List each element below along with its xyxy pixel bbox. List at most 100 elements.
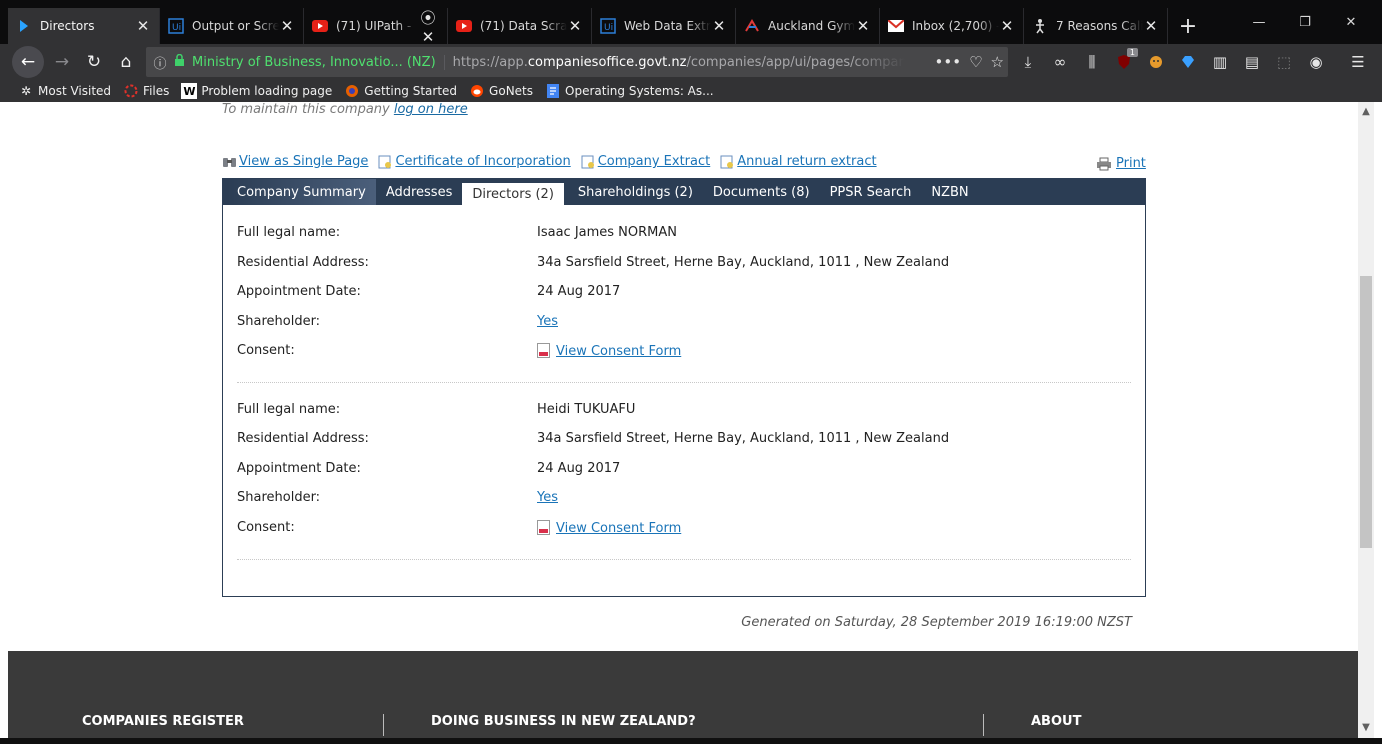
browser-tab[interactable]: Ui Web Data Extrac ✕ [592, 8, 736, 44]
uipath-icon: Ui [168, 18, 184, 34]
link-label: Certificate of Incorporation [395, 154, 571, 169]
forward-button[interactable]: → [46, 46, 78, 78]
close-icon[interactable]: ✕ [279, 17, 295, 35]
minimize-icon[interactable]: — [1236, 0, 1282, 44]
browser-tab[interactable]: Auckland Gymn ✕ [736, 8, 880, 44]
account-icon[interactable]: ◉ [1300, 46, 1332, 78]
tab-ppsr-search[interactable]: PPSR Search [820, 179, 922, 205]
log-on-link[interactable]: log on here [394, 102, 468, 117]
tab-addresses[interactable]: Addresses [376, 179, 463, 205]
bookmark-item[interactable]: Getting Started [344, 83, 457, 99]
figure-icon [1032, 18, 1048, 34]
tab-title: Auckland Gymn [768, 19, 855, 33]
restore-icon[interactable]: ❐ [1282, 0, 1328, 44]
browser-tab[interactable]: (71) UIPath - ⦿ ✕ [304, 7, 448, 46]
annual-return-link[interactable]: Annual return extract [720, 154, 877, 169]
bookmark-item[interactable]: Files [123, 83, 169, 99]
svg-text:Ui: Ui [604, 23, 613, 33]
close-icon[interactable]: ✕ [711, 17, 727, 35]
printer-icon [1097, 157, 1111, 170]
play-icon[interactable]: ⦿ ✕ [417, 7, 439, 46]
pocket-icon[interactable]: ♡ [969, 53, 982, 71]
footer-heading[interactable]: COMPANIES REGISTER [82, 714, 244, 729]
browser-tab[interactable]: Inbox (2,700) - r ✕ [880, 8, 1024, 44]
close-icon[interactable]: ✕ [855, 17, 871, 35]
bookmark-star-icon[interactable]: ☆ [991, 53, 1004, 71]
menu-icon[interactable]: ☰ [1342, 46, 1374, 78]
company-actions: View as Single Page Certificate of Incor… [222, 154, 887, 169]
close-icon[interactable]: ✕ [1143, 17, 1159, 35]
youtube-icon [456, 18, 472, 34]
chevron-icon [16, 18, 32, 34]
field-label: Full legal name: [237, 225, 341, 240]
browser-tab[interactable]: Directors ✕ [8, 8, 160, 44]
tab-title: 7 Reasons Calist [1056, 19, 1143, 33]
bookmark-label: Operating Systems: As... [565, 84, 714, 98]
tab-title: Web Data Extrac [624, 19, 711, 33]
scroll-thumb[interactable] [1360, 276, 1372, 548]
divider [237, 559, 1131, 560]
scroll-down-icon[interactable]: ▼ [1358, 722, 1374, 733]
scroll-up-icon[interactable]: ▲ [1358, 106, 1374, 117]
firefox-icon [344, 83, 360, 99]
bookmark-item[interactable]: Operating Systems: As... [545, 83, 714, 99]
reload-button[interactable]: ↻ [78, 46, 110, 78]
company-tabs: Company Summary Addresses Directors (2) … [223, 179, 1145, 205]
home-button[interactable]: ⌂ [110, 46, 142, 78]
company-extract-link[interactable]: Company Extract [581, 154, 710, 169]
director-name: Heidi TUKUAFU [537, 402, 636, 417]
director-address: 34a Sarsfield Street, Herne Bay, Aucklan… [537, 255, 950, 270]
divider [237, 382, 1131, 383]
site-footer: COMPANIES REGISTER DOING BUSINESS IN NEW… [8, 651, 1358, 744]
url-text[interactable]: https://app.companiesoffice.govt.nz/comp… [445, 55, 905, 70]
tab-documents[interactable]: Documents (8) [703, 179, 820, 205]
bookmark-item[interactable]: W Problem loading page [181, 83, 332, 99]
site-identity[interactable]: Ministry of Business, Innovatio... (NZ) [192, 54, 445, 70]
binoculars-icon [223, 157, 236, 167]
screenshot-icon[interactable]: ⬚ [1268, 46, 1300, 78]
shareholder-link[interactable]: Yes [537, 490, 558, 505]
print-label: Print [1116, 156, 1146, 171]
download-icon[interactable]: ⤓ [1012, 46, 1044, 78]
bookmark-item[interactable]: GoNets [469, 83, 533, 99]
close-icon[interactable]: ✕ [567, 17, 583, 35]
new-tab-button[interactable]: + [1168, 8, 1208, 44]
browser-tab[interactable]: 7 Reasons Calist ✕ [1024, 8, 1168, 44]
footer-heading[interactable]: DOING BUSINESS IN NEW ZEALAND? [431, 714, 696, 729]
tab-nzbn[interactable]: NZBN [921, 179, 978, 205]
bookmark-item[interactable]: ✲ Most Visited [18, 83, 111, 99]
view-single-page-link[interactable]: View as Single Page [222, 154, 368, 169]
url-bar[interactable]: ⓘ Ministry of Business, Innovatio... (NZ… [146, 47, 1008, 77]
consent-form-link[interactable]: View Consent Form [556, 344, 681, 359]
field-label: Residential Address: [237, 431, 369, 446]
close-icon[interactable]: ✕ [999, 17, 1015, 35]
info-icon[interactable]: ⓘ [146, 53, 174, 72]
sidebar-icon[interactable]: ▥ [1204, 46, 1236, 78]
gmail-icon [888, 18, 904, 34]
appointment-date: 24 Aug 2017 [537, 461, 621, 476]
tab-shareholdings[interactable]: Shareholdings (2) [568, 179, 703, 205]
close-icon[interactable]: ✕ [135, 17, 151, 35]
browser-tab[interactable]: (71) Data Scrap: ✕ [448, 8, 592, 44]
certificate-icon [720, 155, 734, 168]
diamond-icon[interactable] [1172, 46, 1204, 78]
library-icon[interactable]: ⫼ [1076, 46, 1108, 78]
tab-company-summary[interactable]: Company Summary [227, 179, 376, 205]
page-scrollbar[interactable]: ▲ ▼ [1358, 102, 1374, 744]
shareholder-link[interactable]: Yes [537, 314, 558, 329]
consent-form-link[interactable]: View Consent Form [556, 521, 681, 536]
reader-icon[interactable]: ▤ [1236, 46, 1268, 78]
tab-directors[interactable]: Directors (2) [462, 183, 564, 205]
browser-tab[interactable]: Ui Output or Scree ✕ [160, 8, 304, 44]
print-link[interactable]: Print [1096, 156, 1146, 171]
mask-icon[interactable]: ∞ [1044, 46, 1076, 78]
back-button[interactable]: ← [12, 46, 44, 78]
footer-heading[interactable]: ABOUT [1031, 714, 1081, 729]
bookmark-label: Files [143, 84, 170, 98]
certificate-link[interactable]: Certificate of Incorporation [378, 154, 571, 169]
page-actions-icon[interactable]: ••• [935, 53, 962, 71]
window-close-icon[interactable]: ✕ [1328, 0, 1374, 44]
ublock-icon[interactable]: 1 [1108, 46, 1140, 78]
monkey-icon[interactable] [1140, 46, 1172, 78]
bookmark-label: Most Visited [38, 84, 112, 98]
